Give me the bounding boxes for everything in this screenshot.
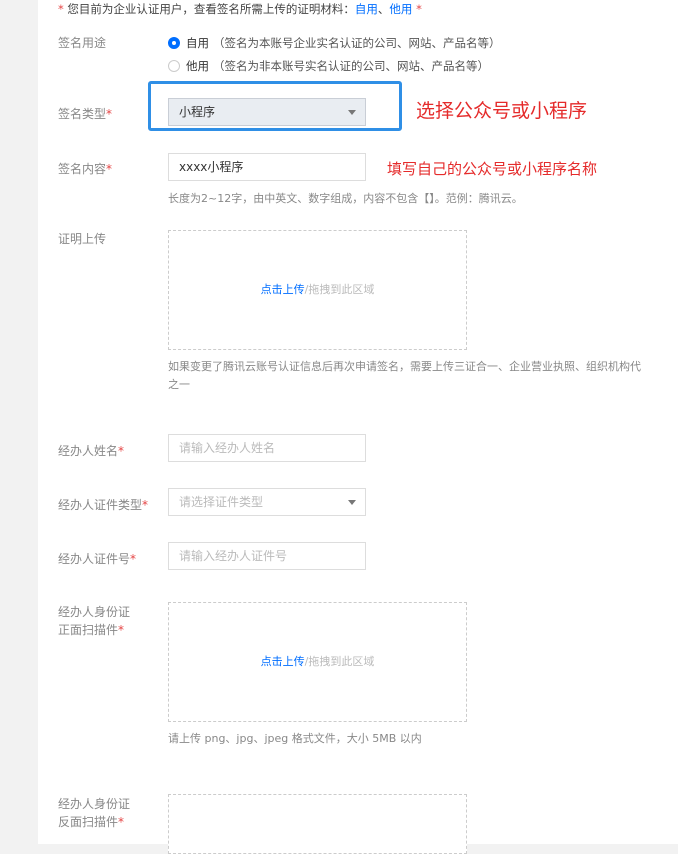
proof-upload-hint-line1: 如果变更了腾讯云账号认证信息后再次申请签名，需要上传三证合一、企业营业执照、组织…: [168, 360, 641, 373]
id-back-label: 经办人身份证 反面扫描件*: [58, 797, 131, 829]
agent-id-type-label: 经办人证件类型*: [58, 498, 149, 512]
sign-type-label: 签名类型*: [58, 107, 113, 121]
agent-name-input[interactable]: 请输入经办人姓名: [168, 434, 366, 462]
agent-name-label: 经办人姓名*: [58, 444, 125, 458]
chevron-down-icon: [348, 500, 356, 505]
id-front-hint: 请上传 png、jpg、jpeg 格式文件，大小 5MB 以内: [168, 732, 422, 745]
purpose-option-label: 他用: [186, 59, 209, 73]
agent-id-no-placeholder: 请输入经办人证件号: [179, 549, 288, 563]
purpose-label: 签名用途: [58, 36, 107, 50]
id-front-drag-text: /拖拽到此区域: [304, 655, 375, 668]
id-front-upload-link[interactable]: 点击上传: [261, 655, 305, 668]
proof-upload-hint-line2: 之一: [168, 378, 190, 391]
purpose-option-desc: （签名为非本账号实名认证的公司、网站、产品名等）: [213, 59, 489, 73]
id-back-dropzone[interactable]: [168, 794, 467, 854]
agent-name-placeholder: 请输入经办人姓名: [179, 441, 276, 455]
required-star: *: [58, 2, 64, 16]
sign-type-annotation: 选择公众号或小程序: [416, 100, 588, 122]
proof-upload-label: 证明上传: [58, 232, 107, 246]
sign-content-annotation: 填写自己的公众号或小程序名称: [387, 160, 598, 178]
notice-separator: 、: [377, 2, 390, 16]
sign-content-input[interactable]: xxxx小程序: [168, 153, 366, 181]
purpose-option-desc: （签名为本账号企业实名认证的公司、网站、产品名等）: [213, 36, 501, 50]
proof-upload-hint: 如果变更了腾讯云账号认证信息后再次申请签名，需要上传三证合一、企业营业执照、组织…: [168, 358, 641, 394]
certification-notice: * 您目前为企业认证用户，查看签名所需上传的证明材料：自用、他用 *: [58, 1, 422, 17]
purpose-option-other[interactable]: 他用 （签名为非本账号实名认证的公司、网站、产品名等）: [168, 58, 489, 74]
notice-text: 您目前为企业认证用户，查看签名所需上传的证明材料：: [67, 2, 355, 16]
agent-id-no-input[interactable]: 请输入经办人证件号: [168, 542, 366, 570]
id-front-label: 经办人身份证 正面扫描件*: [58, 605, 131, 637]
agent-id-no-label: 经办人证件号*: [58, 552, 137, 566]
radio-checked-icon[interactable]: [168, 37, 180, 49]
highlight-box: [148, 81, 402, 131]
agent-id-type-select[interactable]: 请选择证件类型: [168, 488, 366, 516]
required-star: *: [416, 2, 422, 16]
proof-upload-drag-text: /拖拽到此区域: [304, 283, 375, 296]
other-use-link[interactable]: 他用: [389, 2, 412, 16]
proof-upload-dropzone[interactable]: 点击上传/拖拽到此区域: [168, 230, 467, 350]
agent-id-type-placeholder: 请选择证件类型: [179, 495, 264, 509]
sign-content-value: xxxx小程序: [179, 160, 244, 174]
purpose-option-self[interactable]: 自用 （签名为本账号企业实名认证的公司、网站、产品名等）: [168, 35, 501, 51]
self-use-link[interactable]: 自用: [355, 2, 378, 16]
proof-upload-link[interactable]: 点击上传: [261, 283, 305, 296]
radio-unchecked-icon[interactable]: [168, 60, 180, 72]
id-front-dropzone[interactable]: 点击上传/拖拽到此区域: [168, 602, 467, 722]
sign-content-hint: 长度为2~12字，由中英文、数字组成，内容不包含【】。范例：腾讯云。: [168, 192, 523, 205]
sign-content-label: 签名内容*: [58, 162, 113, 176]
purpose-option-label: 自用: [186, 36, 209, 50]
